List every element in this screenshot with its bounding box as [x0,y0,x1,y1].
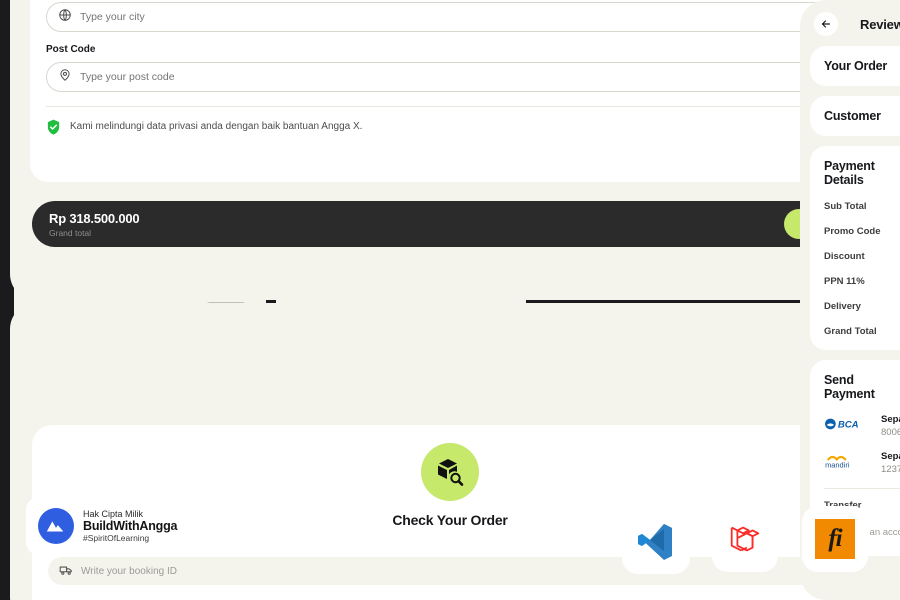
bank-number: 8006... [881,427,900,438]
payment-row-delivery: Delivery [824,301,861,312]
payment-row-grand-total: Grand Total [824,326,877,337]
package-search-icon [421,443,479,501]
payment-row-discount: Discount [824,251,865,262]
laravel-icon[interactable] [712,506,778,572]
grand-total-label: Grand total [49,227,92,238]
back-button[interactable] [814,12,838,36]
privacy-notice: Kami melindungi data privasi anda dengan… [46,119,854,136]
city-field[interactable] [46,2,854,32]
post-code-label: Post Code [46,44,96,55]
divider [824,488,900,489]
bank-name: Sepatu Store [881,451,900,462]
post-code-field[interactable] [46,62,854,92]
payment-details-title: Payment Details [824,159,875,187]
bank-row-mandiri[interactable]: mandiri Sepatu Store 12375... [824,451,900,475]
address-form-card: City Post Code [30,0,870,182]
vscode-icon[interactable] [622,506,690,574]
bank-row-bca[interactable]: BCA Sepatu Store 8006... [824,414,900,438]
post-code-input[interactable] [80,71,842,83]
watermark-line-3: #SpiritOfLearning [83,533,150,543]
figma-fi-icon[interactable]: fi [802,506,868,572]
grand-total-amount: Rp 318.500.000 [49,210,140,226]
buildwithangga-logo-icon [38,508,74,544]
payment-row-promo-code: Promo Code [824,226,881,237]
svg-text:mandiri: mandiri [825,460,850,469]
payment-row-sub-total: Sub Total [824,201,867,212]
bank-name: Sepatu Store [881,414,900,425]
screenshot-stage: SepatuStore Explore Our FeaturedCategori… [0,0,900,600]
fi-glyph: fi [815,519,855,559]
location-pin-icon [58,68,72,87]
watermark-line-2: BuildWithAngga [83,519,178,533]
watermark-line-1: Hak Cipta Milik [83,509,144,519]
customer-title: Customer [824,109,881,123]
your-order-title: Your Order [824,59,888,73]
booking-id-placeholder: Write your booking ID [81,565,177,577]
payment-details-card: Payment Details Sub Total Promo Code Dis… [810,146,900,350]
customer-card: Customer [810,96,900,136]
privacy-text: Kami melindungi data privasi anda dengan… [70,121,363,132]
payment-row-ppn: PPN 11% [824,276,865,287]
bca-logo-icon: BCA [824,417,872,436]
address-screen: City Post Code [10,0,890,300]
your-order-card: Your Order [810,46,900,86]
divider [46,106,854,107]
page-title: Review [860,16,900,32]
globe-icon [58,8,72,27]
review-header: Review [800,0,900,36]
truck-icon [59,563,73,580]
grand-total-bar: Rp 318.500.000 Grand total Continue [32,201,868,247]
mandiri-logo-icon: mandiri [824,453,872,474]
city-input[interactable] [80,11,842,23]
watermark-badge: Hak Cipta Milik BuildWithAngga #SpiritOf… [26,497,196,555]
send-payment-title: Send Payment [824,373,875,401]
shield-check-icon [46,119,61,136]
bank-number: 12375... [881,464,900,475]
svg-text:BCA: BCA [838,419,859,430]
